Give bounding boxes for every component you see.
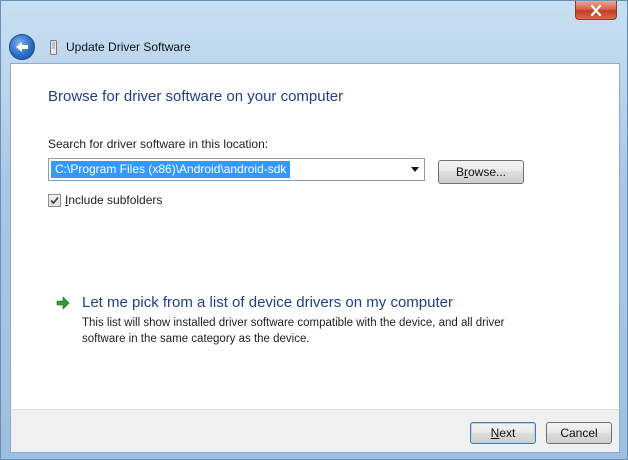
window-title: Update Driver Software — [66, 40, 191, 54]
back-arrow-icon — [16, 42, 28, 52]
include-subfolders-checkbox[interactable] — [48, 193, 61, 207]
pick-option-desc-line2: software in the same category as the dev… — [82, 333, 310, 345]
browse-label-post: owse... — [468, 165, 507, 179]
close-icon — [590, 4, 602, 16]
pick-option-title[interactable]: Let me pick from a list of device driver… — [82, 293, 504, 313]
page-heading: Browse for driver software on your compu… — [48, 88, 344, 105]
next-accel: N — [490, 426, 500, 440]
content-panel: Browse for driver software on your compu… — [10, 63, 620, 409]
include-subfolders-label: Include subfolders — [65, 193, 162, 207]
device-icon — [49, 39, 57, 55]
path-input[interactable]: C:\Program Files (x86)\Android\android-s… — [51, 161, 291, 178]
next-button[interactable]: Next — [470, 422, 536, 444]
back-button[interactable] — [9, 34, 35, 60]
dialog-window: Update Driver Software Browse for driver… — [0, 0, 628, 460]
cancel-button[interactable]: Cancel — [546, 422, 612, 444]
next-label: ext — [499, 426, 516, 440]
browse-label-pre: B — [455, 165, 464, 179]
browse-button[interactable]: Br owse... — [438, 160, 524, 184]
footer-bar: Next Cancel — [10, 409, 620, 453]
checkmark-icon — [50, 196, 59, 204]
path-combobox[interactable]: C:\Program Files (x86)\Android\android-s… — [48, 158, 425, 181]
green-arrow-icon — [56, 296, 70, 310]
include-subfolders-row[interactable]: Include subfolders — [48, 193, 162, 207]
pick-text: Let me pick from a list of device driver… — [82, 293, 504, 347]
pick-option-desc-line1: This list will show installed driver sof… — [82, 317, 505, 329]
title-row: Update Driver Software — [9, 31, 619, 63]
include-subfolders-text: nclude subfolders — [68, 193, 163, 207]
close-button[interactable] — [575, 1, 617, 20]
chevron-down-icon[interactable] — [408, 161, 422, 178]
search-location-label: Search for driver software in this locat… — [48, 137, 269, 151]
pick-from-list-option[interactable]: Let me pick from a list of device driver… — [55, 293, 504, 347]
